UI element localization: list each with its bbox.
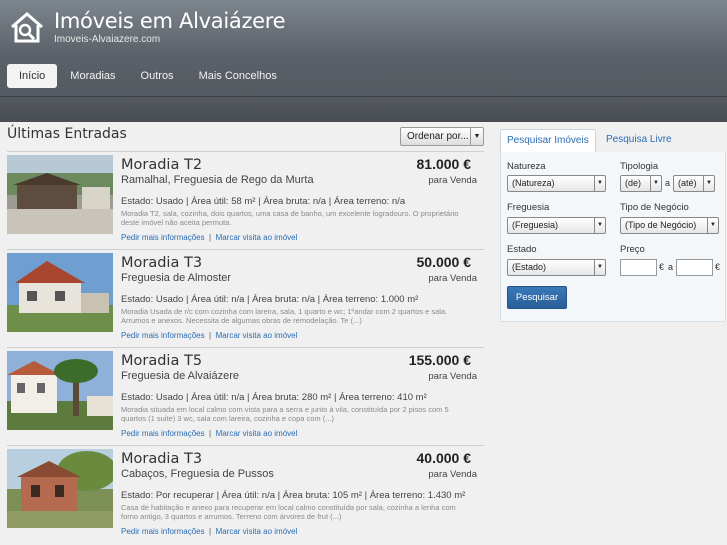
chevron-down-icon: ▼ (470, 128, 483, 145)
listing-title[interactable]: Moradia T2 (121, 157, 202, 173)
listing-location: Freguesia de Alvaiázere (121, 370, 240, 382)
listing-description: Moradia situada em local calmo com vista… (121, 405, 449, 423)
tipologia-to-select[interactable]: (até) ▼ (673, 175, 715, 192)
schedule-visit-link[interactable]: Marcar visita ao imóvel (216, 527, 298, 536)
nav-item-inicio[interactable]: Início (7, 64, 58, 88)
schedule-visit-link[interactable]: Marcar visita ao imóvel (216, 429, 298, 438)
listing-details: Estado: Usado | Área útil: 58 m² | Área … (121, 196, 406, 207)
listing-details: Estado: Usado | Área útil: n/a | Área br… (121, 392, 427, 403)
preco-currency: € (715, 262, 721, 272)
estado-select[interactable]: (Estado) ▼ (507, 259, 606, 276)
freguesia-select-value: (Freguesia) (512, 220, 559, 230)
natureza-select-value: (Natureza) (512, 178, 555, 188)
chevron-down-icon: ▼ (703, 176, 714, 191)
listing-price-type: para Venda (428, 175, 477, 186)
header-subbar (0, 96, 727, 122)
site-url: Imoveis-Alvaiazere.com (54, 34, 161, 45)
listing-photo[interactable] (7, 351, 113, 430)
natureza-select[interactable]: (Natureza) ▼ (507, 175, 606, 192)
preco-min-input[interactable] (620, 259, 657, 276)
natureza-label: Natureza (507, 161, 546, 172)
listing-item: Moradia T5 Freguesia de Alvaiázere 155.0… (7, 347, 484, 443)
listing-description: Moradia Usada de r/c com cozinha com lar… (121, 307, 448, 325)
chevron-down-icon: ▼ (707, 218, 718, 233)
listing-price-type: para Venda (428, 273, 477, 284)
listing-photo[interactable] (7, 449, 113, 528)
request-info-link[interactable]: Pedir mais informações (121, 429, 205, 438)
tipo-negocio-label: Tipo de Negócio (620, 202, 689, 213)
listing-item: Moradia T2 Ramalhal, Freguesia de Rego d… (7, 151, 484, 247)
search-tabs: Pesquisar Imóveis Pesquisa Livre (500, 129, 726, 153)
tipologia-from-value: (de) (625, 178, 642, 188)
chevron-down-icon: ▼ (650, 176, 661, 191)
site-title[interactable]: Imóveis em Alvaiázere (54, 9, 286, 33)
freguesia-label: Freguesia (507, 202, 550, 213)
listing-location: Ramalhal, Freguesia de Rego da Murta (121, 174, 314, 186)
listing-links: Pedir mais informações | Marcar visita a… (121, 233, 298, 242)
request-info-link[interactable]: Pedir mais informações (121, 527, 205, 536)
site-header: Imóveis em Alvaiázere Imoveis-Alvaiazere… (0, 0, 727, 122)
listing-location: Cabaços, Freguesia de Pussos (121, 468, 274, 480)
tab-pesquisa-livre[interactable]: Pesquisa Livre (600, 129, 678, 153)
sort-dropdown-label: Ordenar por... (407, 131, 469, 142)
listing-title[interactable]: Moradia T3 (121, 451, 202, 467)
listing-links: Pedir mais informações | Marcar visita a… (121, 527, 298, 536)
house-search-icon[interactable] (9, 10, 45, 46)
listing-price: 40.000 € (416, 450, 472, 466)
search-button[interactable]: Pesquisar (507, 286, 567, 309)
listings-section: Últimas Entradas Ordenar por... ▼ Moradi… (0, 122, 492, 545)
listing-title[interactable]: Moradia T3 (121, 255, 202, 271)
listing-item: Moradia T3 Freguesia de Almoster 50.000 … (7, 249, 484, 345)
listing-photo[interactable] (7, 253, 113, 332)
listing-location: Freguesia de Almoster (121, 272, 232, 284)
estado-select-value: (Estado) (512, 262, 547, 272)
listing-price-type: para Venda (428, 371, 477, 382)
preco-separator: a (668, 262, 674, 272)
section-title: Últimas Entradas (7, 126, 127, 142)
schedule-visit-link[interactable]: Marcar visita ao imóvel (216, 233, 298, 242)
listing-item: Moradia T3 Cabaços, Freguesia de Pussos … (7, 445, 484, 541)
search-form: Natureza (Natureza) ▼ Tipologia (de) ▼ a… (500, 152, 726, 322)
listing-description: Moradia T2, sala, cozinha, dois quartos,… (121, 209, 459, 227)
listing-description: Casa de habitação e anexo para recuperar… (121, 503, 456, 521)
tipologia-label: Tipologia (620, 161, 659, 172)
nav-item-moradias[interactable]: Moradias (58, 64, 127, 88)
request-info-link[interactable]: Pedir mais informações (121, 233, 205, 242)
chevron-down-icon: ▼ (594, 218, 605, 233)
main-nav: Início Moradias Outros Mais Concelhos (7, 64, 290, 88)
sort-dropdown[interactable]: Ordenar por... ▼ (400, 127, 484, 146)
listing-details: Estado: Por recuperar | Área útil: n/a |… (121, 490, 466, 501)
listing-links: Pedir mais informações | Marcar visita a… (121, 331, 298, 340)
listing-price: 155.000 € (408, 352, 471, 368)
tipologia-from-select[interactable]: (de) ▼ (620, 175, 662, 192)
request-info-link[interactable]: Pedir mais informações (121, 331, 205, 340)
tipo-negocio-select[interactable]: (Tipo de Negócio) ▼ (620, 217, 719, 234)
listing-links: Pedir mais informações | Marcar visita a… (121, 429, 298, 438)
chevron-down-icon: ▼ (594, 260, 605, 275)
tab-pesquisar-imoveis[interactable]: Pesquisar Imóveis (500, 129, 596, 153)
search-panel: Pesquisar Imóveis Pesquisa Livre Naturez… (500, 129, 726, 322)
preco-max-input[interactable] (676, 259, 713, 276)
nav-item-mais-concelhos[interactable]: Mais Concelhos (187, 64, 289, 88)
freguesia-select[interactable]: (Freguesia) ▼ (507, 217, 606, 234)
listing-price: 50.000 € (416, 254, 472, 270)
listing-price-type: para Venda (428, 469, 477, 480)
listing-details: Estado: Usado | Área útil: n/a | Área br… (121, 294, 419, 305)
listing-title[interactable]: Moradia T5 (121, 353, 202, 369)
preco-label: Preço (620, 244, 645, 255)
schedule-visit-link[interactable]: Marcar visita ao imóvel (216, 331, 298, 340)
preco-currency: € (659, 262, 665, 272)
listing-price: 81.000 € (416, 156, 472, 172)
tipologia-separator: a (665, 178, 671, 188)
nav-item-outros[interactable]: Outros (129, 64, 186, 88)
chevron-down-icon: ▼ (594, 176, 605, 191)
listing-photo[interactable] (7, 155, 113, 234)
tipologia-to-value: (até) (678, 178, 697, 188)
estado-label: Estado (507, 244, 537, 255)
tipo-negocio-select-value: (Tipo de Negócio) (625, 220, 697, 230)
